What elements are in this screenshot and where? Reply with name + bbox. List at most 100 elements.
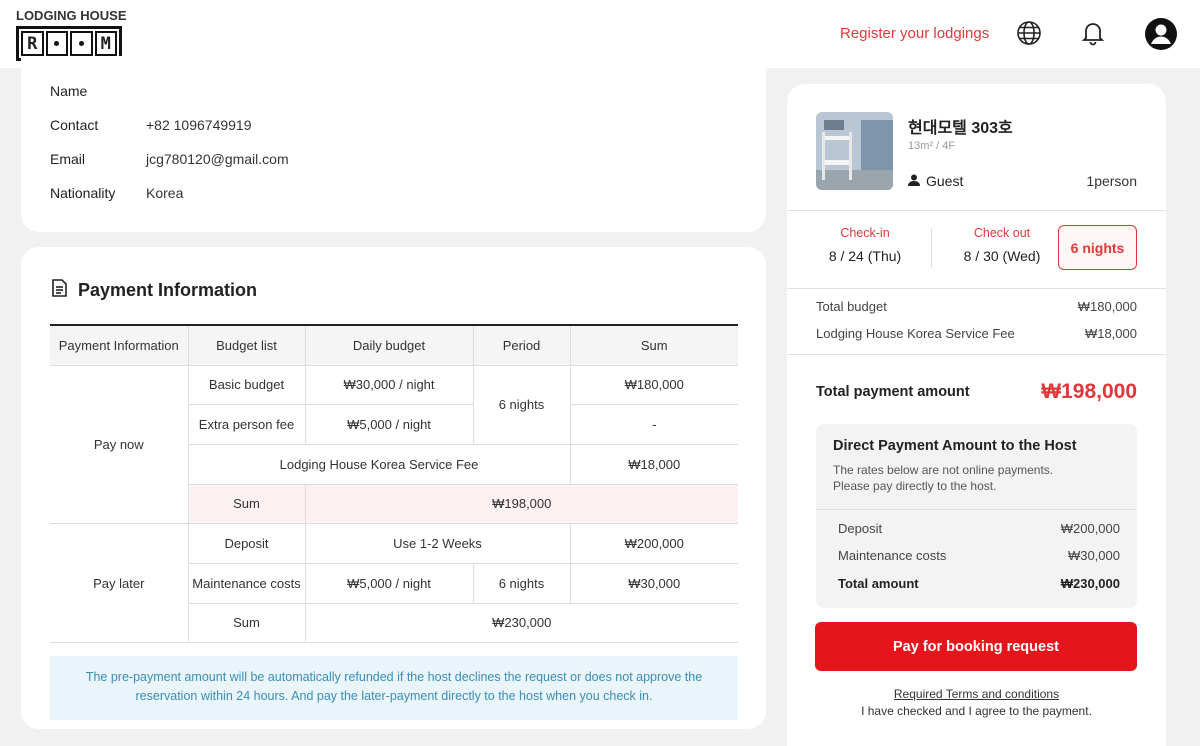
notice-line: The pre-payment amount will be automatic…: [85, 670, 703, 684]
total-budget-label: Total budget: [816, 299, 887, 314]
globe-icon[interactable]: [1014, 18, 1044, 48]
column-header: Payment Information: [50, 324, 189, 366]
column-header: Sum: [569, 324, 738, 366]
checkin-label: Check-in: [840, 226, 890, 240]
table-header-row: Payment Information Budget list Daily bu…: [50, 324, 738, 366]
guest-label: Guest: [926, 173, 964, 189]
direct-payment-box: Direct Payment Amount to the Host The ra…: [816, 424, 1137, 608]
table-cell: Lodging House Korea Service Fee: [188, 443, 571, 485]
terms-text: I have checked and I agree to the paymen…: [861, 704, 1092, 718]
service-fee-line: Lodging House Korea Service Fee ₩18,000: [816, 326, 1137, 341]
divider: [931, 228, 932, 268]
logo-letter-m: M: [94, 31, 117, 56]
logo-letter-r: R: [21, 31, 44, 56]
pay-now-group-label: Pay now: [50, 364, 189, 525]
divider: [787, 288, 1166, 289]
column-header: Period: [472, 324, 571, 366]
booking-summary-card: 현대모텔 303호 13m² / 4F Guest 1person Check-…: [787, 84, 1166, 746]
table-cell: ₩18,000: [569, 443, 738, 485]
checkout-value: 8 / 30 (Wed): [963, 248, 1041, 264]
person-icon: [908, 173, 920, 189]
service-fee-label: Lodging House Korea Service Fee: [816, 326, 1015, 341]
table-row: Pay now Basic budget ₩30,000 / night 6 n…: [50, 364, 738, 525]
nationality-value: Korea: [146, 185, 184, 201]
description-line: The rates below are not online payments.: [833, 463, 1054, 477]
column-header: Daily budget: [304, 324, 474, 366]
checkout-label: Check out: [973, 226, 1031, 240]
deposit-value: ₩200,000: [1060, 521, 1120, 536]
maintenance-label: Maintenance costs: [838, 548, 947, 563]
contact-label: Contact: [50, 117, 99, 133]
table-cell: ₩30,000: [569, 562, 738, 604]
table-cell: Use 1-2 Weeks: [304, 523, 571, 564]
pay-later-group-label: Pay later: [50, 523, 189, 644]
guest-contact-card: Name Contact +82 1096749919 Email jcg780…: [21, 56, 766, 232]
table-cell: 6 nights: [472, 364, 571, 445]
direct-payment-description: The rates below are not online payments.…: [833, 462, 1123, 494]
notice-line: reservation within 24 hours. And pay the…: [135, 689, 653, 703]
site-logo[interactable]: LODGING HOUSE R M: [16, 8, 127, 61]
total-amount-value: ₩230,000: [1060, 576, 1120, 591]
pay-booking-button[interactable]: Pay for booking request: [815, 622, 1137, 671]
payment-information-card: Payment Information Payment Information …: [21, 247, 766, 729]
total-amount-label: Total amount: [838, 576, 919, 591]
maintenance-line: Maintenance costs ₩30,000: [838, 548, 1120, 563]
nights-badge: 6 nights: [1058, 225, 1137, 270]
table-cell: ₩200,000: [569, 523, 738, 564]
table-row: Pay later Deposit Use 1-2 Weeks ₩200,000: [50, 523, 738, 644]
user-account-icon[interactable]: [1144, 17, 1178, 51]
checkin-value: 8 / 24 (Thu): [828, 248, 902, 264]
payment-table: Payment Information Budget list Daily bu…: [50, 324, 738, 644]
guest-count: 1person: [1086, 173, 1137, 189]
total-amount-line: Total amount ₩230,000: [838, 576, 1120, 591]
table-cell: ₩180,000: [569, 364, 738, 406]
table-cell: -: [569, 404, 738, 445]
terms-link[interactable]: Required Terms and conditions: [894, 687, 1059, 701]
maintenance-value: ₩30,000: [1067, 548, 1120, 563]
divider: [787, 210, 1166, 211]
total-payment-label: Total payment amount: [816, 384, 970, 400]
logo-dot-cell: [45, 31, 68, 56]
table-cell: Sum: [188, 602, 306, 644]
total-budget-value: ₩180,000: [1077, 299, 1137, 314]
bell-icon[interactable]: [1078, 18, 1108, 48]
room-size: 13m² / 4F: [908, 140, 956, 152]
total-budget-line: Total budget ₩180,000: [816, 299, 1137, 314]
table-cell: 6 nights: [472, 562, 571, 604]
table-cell: ₩198,000: [304, 483, 738, 525]
name-label: Name: [50, 83, 88, 99]
deposit-label: Deposit: [838, 521, 883, 536]
table-cell: ₩230,000: [304, 602, 738, 644]
payment-section-title: Payment Information: [51, 279, 257, 302]
table-cell: ₩5,000 / night: [304, 404, 474, 445]
deposit-line: Deposit ₩200,000: [838, 521, 1120, 536]
room-thumbnail: [816, 112, 893, 190]
nationality-label: Nationality: [50, 185, 116, 201]
table-cell: ₩5,000 / night: [304, 562, 474, 604]
service-fee-value: ₩18,000: [1084, 326, 1137, 341]
description-line: Please pay directly to the host.: [833, 479, 997, 493]
email-value: jcg780120@gmail.com: [146, 151, 289, 167]
room-name: 현대모텔 303호: [908, 120, 1013, 137]
payment-title-text: Payment Information: [78, 280, 258, 300]
direct-payment-title: Direct Payment Amount to the Host: [833, 438, 1077, 454]
table-cell: Extra person fee: [188, 404, 306, 445]
total-payment-value: ₩198,000: [1041, 380, 1137, 403]
direct-payment-breakdown: Deposit ₩200,000 Maintenance costs ₩30,0…: [816, 509, 1137, 608]
table-cell: Maintenance costs: [188, 562, 306, 604]
column-header: Budget list: [187, 324, 306, 366]
logo-wordmark: LODGING HOUSE: [16, 8, 127, 23]
checkout-date: Check out 8 / 30 (Wed): [952, 226, 1052, 264]
table-cell: ₩30,000 / night: [304, 364, 474, 406]
divider: [787, 354, 1166, 355]
email-label: Email: [50, 151, 86, 167]
checkin-date: Check-in 8 / 24 (Thu): [815, 226, 915, 264]
guest-info: Guest: [908, 173, 963, 189]
refund-notice: The pre-payment amount will be automatic…: [50, 656, 738, 720]
table-cell: Basic budget: [187, 364, 306, 406]
table-cell: Sum: [188, 483, 306, 525]
logo-dot-cell: [70, 31, 93, 56]
register-lodgings-link[interactable]: Register your lodgings: [840, 25, 989, 42]
terms-agreement: Required Terms and conditions I have che…: [787, 686, 1166, 720]
table-cell: Deposit: [187, 523, 306, 564]
